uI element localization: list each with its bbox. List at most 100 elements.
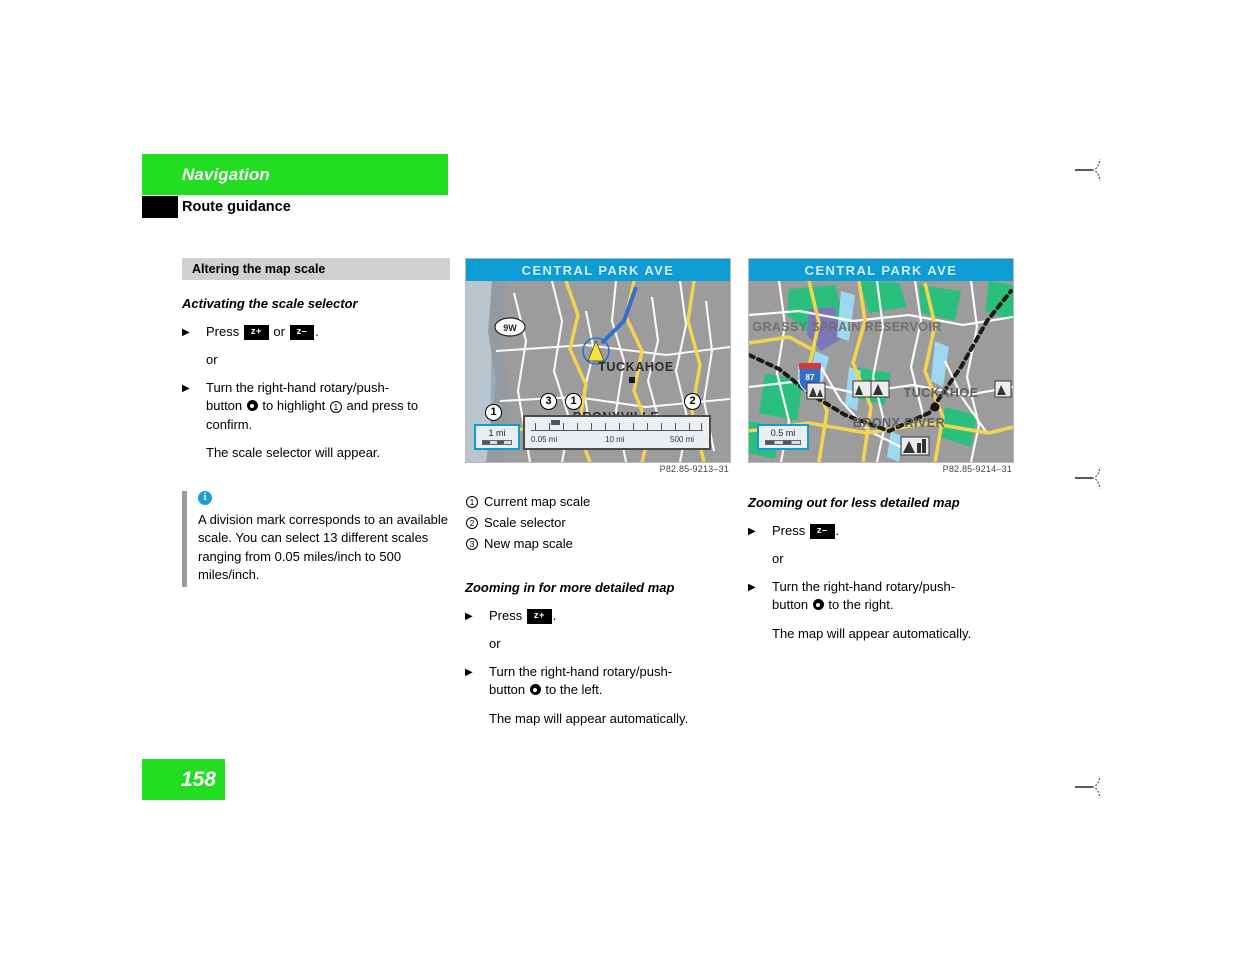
route-shield-icon: 9W bbox=[494, 317, 526, 337]
callout-1-current-scale-b: 1 bbox=[565, 393, 582, 410]
circled-number-icon: 2 bbox=[466, 517, 478, 529]
poi-icon bbox=[900, 436, 930, 456]
mid-result-text: The map will appear automatically. bbox=[489, 710, 689, 726]
legend-label-3: New map scale bbox=[484, 536, 573, 551]
bullet-triangle-icon: ▶ bbox=[465, 611, 473, 622]
section-title: Route guidance bbox=[182, 199, 291, 215]
svg-text:9W: 9W bbox=[503, 323, 517, 333]
press-label: Press bbox=[489, 608, 523, 623]
svg-text:BRONX RIVER: BRONX RIVER bbox=[853, 416, 945, 430]
map-screenshot-with-scale-selector: CENTRAL PARK AVE 9W TUCKAHOE 1 mi 0.05 m… bbox=[465, 258, 731, 463]
left-column: Altering the map scale Activating the sc… bbox=[182, 258, 450, 587]
map-street-banner: CENTRAL PARK AVE bbox=[749, 259, 1013, 281]
info-note-box: i A division mark corresponds to an avai… bbox=[182, 490, 450, 587]
right-subhead-zooming-out: Zooming out for less detailed map bbox=[748, 495, 960, 510]
zoom-out-keycap[interactable]: z– bbox=[809, 524, 835, 539]
rotary-push-button-icon bbox=[812, 599, 824, 610]
left-or-separator: or bbox=[206, 352, 218, 367]
right-rotary-line1: Turn the right-hand rotary/push- bbox=[772, 578, 956, 594]
left-step-rotary: ▶ Turn the right-hand rotary/push- butto… bbox=[182, 379, 450, 435]
period-1: . bbox=[315, 324, 319, 339]
ruler-baseline bbox=[531, 430, 703, 431]
svg-text:TUCKAHOE: TUCKAHOE bbox=[598, 360, 674, 374]
svg-text:87: 87 bbox=[806, 373, 815, 382]
legend-item-1: 1 Current map scale bbox=[465, 493, 731, 512]
map-screenshot-zoomed-out: CENTRAL PARK AVE 87 GRASSY SPRAIN RESERV… bbox=[748, 258, 1014, 463]
right-step-press-key-text: Press z–. bbox=[772, 522, 1014, 541]
left-step-rotary-text: Turn the right-hand rotary/push- button … bbox=[206, 379, 450, 435]
poi-icon bbox=[806, 382, 826, 400]
legend-label-1: Current map scale bbox=[484, 494, 591, 509]
subsection-heading-bar: Altering the map scale bbox=[182, 258, 450, 280]
chapter-title: Navigation bbox=[182, 164, 270, 184]
chapter-header-banner: Navigation bbox=[142, 154, 448, 195]
rotary-line3: confirm. bbox=[206, 416, 253, 432]
left-step-press-keys: ▶ Press z+ or z–. bbox=[182, 323, 450, 342]
period-3: . bbox=[835, 523, 840, 538]
callout-3-new-scale: 3 bbox=[540, 393, 557, 410]
legend-item-3: 3 New map scale bbox=[465, 535, 731, 554]
ruler-label-min: 0.05 mi bbox=[531, 435, 558, 444]
ruler-tick bbox=[591, 423, 592, 431]
ruler-tick bbox=[633, 423, 634, 431]
rotary-line2-c: and press to bbox=[346, 398, 419, 413]
mid-rotary-line2-a: button bbox=[489, 682, 526, 697]
zoom-in-keycap[interactable]: z+ bbox=[526, 609, 552, 624]
bullet-triangle-icon: ▶ bbox=[182, 327, 190, 338]
ruler-tick bbox=[647, 423, 648, 431]
or-inline-label: or bbox=[273, 324, 285, 339]
new-map-scale-cursor[interactable] bbox=[551, 420, 560, 425]
zoom-out-keycap[interactable]: z– bbox=[289, 325, 315, 340]
current-map-scale-value: 1 mi bbox=[488, 428, 506, 438]
ruler-tick bbox=[605, 423, 606, 431]
legend-item-2: 2 Scale selector bbox=[465, 514, 731, 533]
legend-label-2: Scale selector bbox=[484, 515, 566, 530]
info-note-text: A division mark corresponds to an availa… bbox=[198, 511, 449, 583]
scale-selector-widget[interactable]: 0.05 mi 10 mi 500 mi bbox=[523, 415, 711, 450]
ruler-tick bbox=[535, 423, 536, 431]
figure-scale-selector: CENTRAL PARK AVE 9W TUCKAHOE 1 mi 0.05 m… bbox=[465, 258, 731, 474]
bullet-triangle-icon: ▶ bbox=[748, 581, 756, 593]
cut-mark-bottom bbox=[1075, 772, 1109, 802]
map-street-banner: CENTRAL PARK AVE bbox=[466, 259, 730, 281]
mid-step-rotary-text: Turn the right-hand rotary/push- button … bbox=[489, 663, 731, 700]
poi-icon bbox=[870, 380, 890, 398]
cut-mark-middle bbox=[1075, 463, 1109, 493]
right-step-press-key: ▶ Press z–. bbox=[748, 522, 1014, 541]
mid-step-rotary: ▶ Turn the right-hand rotary/push- butto… bbox=[465, 663, 731, 700]
mid-step-press-key-text: Press z+. bbox=[489, 607, 731, 626]
right-column: CENTRAL PARK AVE 87 GRASSY SPRAIN RESERV… bbox=[748, 258, 1014, 652]
page-number-badge: 158 bbox=[142, 759, 225, 800]
legend-marker-1: 1 bbox=[465, 493, 484, 512]
bullet-triangle-icon: ▶ bbox=[465, 666, 473, 678]
current-map-scale-chip: 1 mi bbox=[474, 424, 520, 450]
info-icon: i bbox=[198, 490, 212, 505]
left-result-text: The scale selector will appear. bbox=[206, 445, 381, 460]
mid-step-press-key: ▶ Press z+. bbox=[465, 607, 731, 626]
note-vertical-rule bbox=[182, 490, 187, 587]
mid-rotary-line2-b: to the left. bbox=[545, 682, 603, 697]
mid-or-separator: or bbox=[489, 636, 501, 651]
ruler-tick bbox=[549, 423, 550, 431]
ruler-tick bbox=[689, 423, 690, 431]
svg-text:GRASSY SPRAIN RESERVOIR: GRASSY SPRAIN RESERVOIR bbox=[752, 320, 941, 334]
press-label: Press bbox=[206, 324, 240, 339]
right-rotary-line2-a: button bbox=[772, 597, 809, 612]
circled-number-icon: 3 bbox=[466, 538, 478, 550]
ruler-tick bbox=[577, 423, 578, 431]
right-step-rotary-text: Turn the right-hand rotary/push- button … bbox=[772, 578, 1014, 615]
scale-bar-graphic bbox=[765, 440, 801, 445]
zoom-in-keycap[interactable]: z+ bbox=[243, 325, 269, 340]
svg-text:TUCKAHOE: TUCKAHOE bbox=[904, 386, 979, 400]
right-step-rotary: ▶ Turn the right-hand rotary/push- butto… bbox=[748, 578, 1014, 615]
ruler-tick bbox=[675, 423, 676, 431]
rotary-line2-b: to highlight bbox=[262, 398, 326, 413]
section-header: Route guidance bbox=[142, 195, 448, 219]
callout-2-scale-selector: 2 bbox=[684, 393, 701, 410]
callout-reference-1: 1 bbox=[329, 401, 342, 413]
rotary-line1: Turn the right-hand rotary/push- bbox=[206, 379, 390, 395]
rotary-line2-a: button bbox=[206, 398, 243, 413]
current-map-scale-chip-right: 0.5 mi bbox=[757, 424, 809, 450]
cut-mark-top bbox=[1075, 155, 1109, 185]
ruler-label-max: 500 mi bbox=[670, 435, 695, 444]
